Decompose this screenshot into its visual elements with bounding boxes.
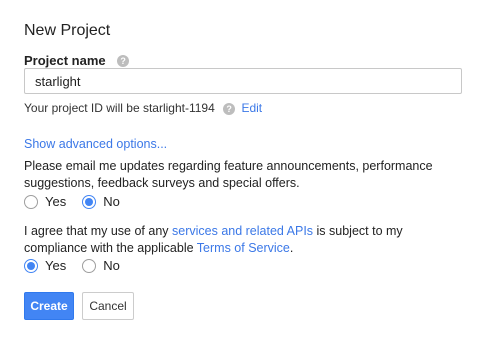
cancel-button[interactable]: Cancel: [82, 292, 134, 320]
create-button[interactable]: Create: [24, 292, 74, 320]
project-id-row: Your project ID will be starlight-1194 ?…: [24, 101, 262, 115]
agree-yes-label[interactable]: Yes: [45, 258, 66, 273]
email-no-label[interactable]: No: [103, 194, 120, 209]
email-radio-group: Yes No: [24, 194, 136, 209]
help-icon[interactable]: ?: [117, 54, 130, 67]
terms-of-service-link[interactable]: Terms of Service: [197, 241, 290, 255]
agree-yes-option[interactable]: Yes: [24, 258, 66, 273]
email-no-option[interactable]: No: [82, 194, 120, 209]
email-no-radio[interactable]: [82, 194, 97, 209]
show-advanced-options-link[interactable]: Show advanced options...: [24, 137, 167, 151]
agreement-text-3: .: [289, 241, 294, 255]
agreement-text-1: I agree that my use of any: [24, 224, 172, 238]
email-yes-radio[interactable]: [24, 194, 38, 209]
agreement-text: I agree that my use of any services and …: [24, 223, 469, 257]
project-name-input[interactable]: [24, 68, 462, 94]
email-question: Please email me updates regarding featur…: [24, 159, 433, 190]
agree-no-label[interactable]: No: [103, 258, 120, 273]
button-row: Create Cancel: [24, 292, 134, 320]
project-id-text: Your project ID will be starlight-1194: [24, 101, 215, 115]
agree-radio-group: Yes No: [24, 258, 136, 273]
project-name-label: Project name: [24, 53, 106, 68]
dialog-title: New Project: [24, 22, 111, 39]
agree-yes-radio[interactable]: [24, 258, 38, 273]
help-icon[interactable]: ?: [223, 102, 236, 115]
agree-no-option[interactable]: No: [82, 258, 120, 273]
services-apis-link[interactable]: services and related APIs: [172, 224, 313, 238]
edit-project-id-link[interactable]: Edit: [241, 101, 262, 115]
email-yes-label[interactable]: Yes: [45, 194, 66, 209]
radio-dot: [85, 197, 94, 206]
radio-dot: [27, 261, 35, 270]
agree-no-radio[interactable]: [82, 258, 97, 273]
email-yes-option[interactable]: Yes: [24, 194, 66, 209]
